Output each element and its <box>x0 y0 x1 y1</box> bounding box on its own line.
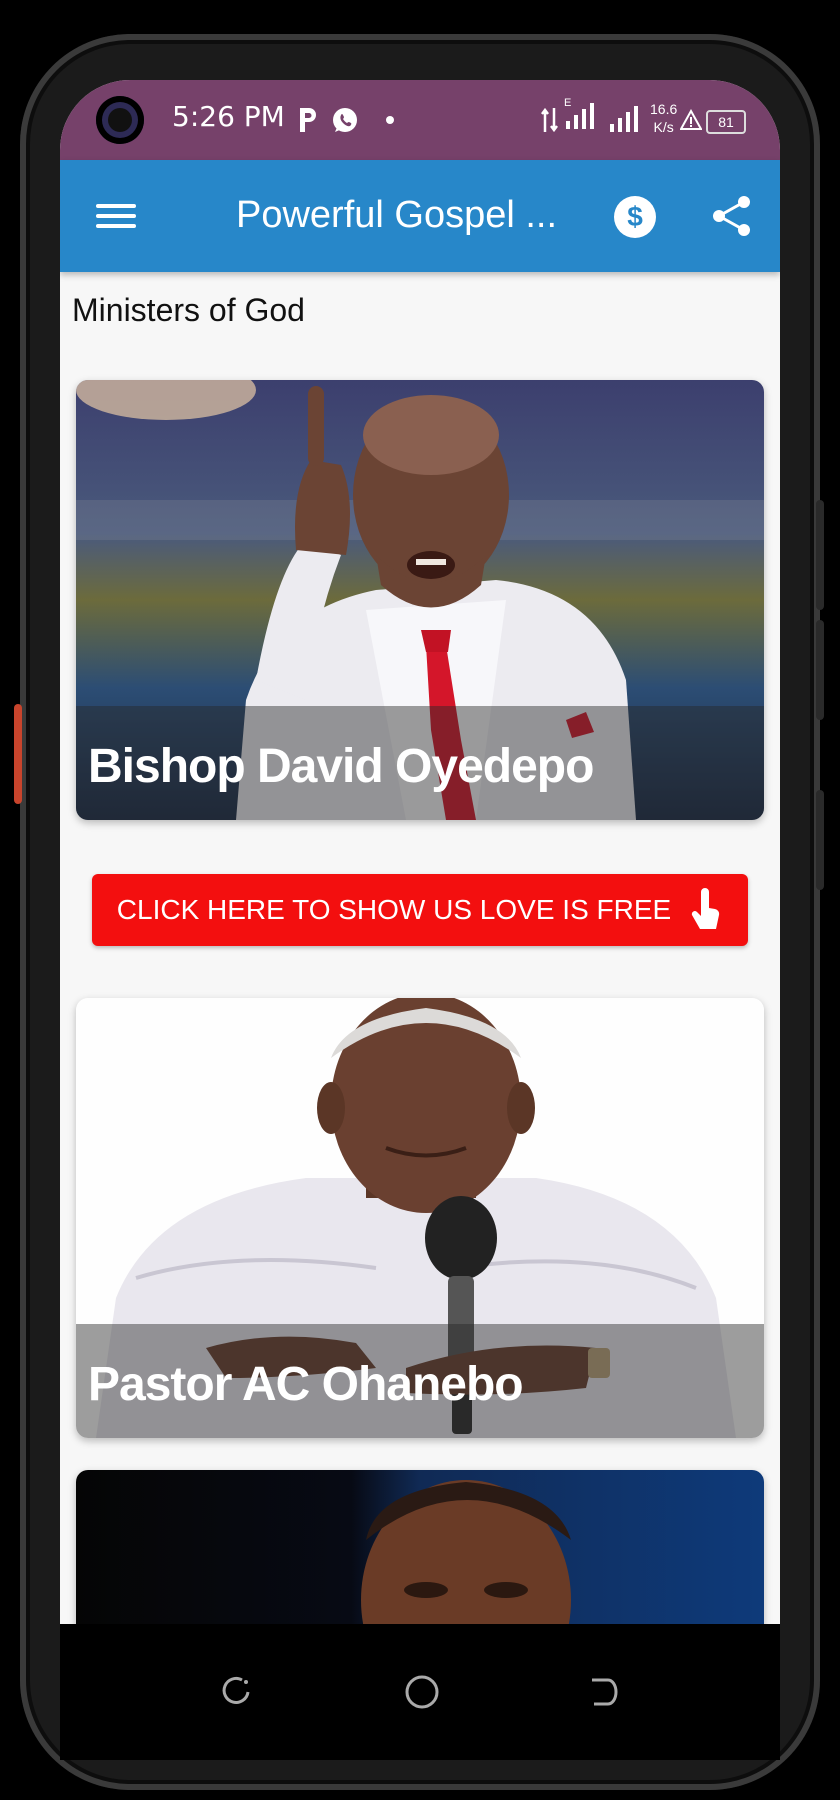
dollar-coin-icon[interactable]: $ <box>614 196 656 238</box>
volume-button <box>14 704 22 804</box>
show-love-button[interactable]: CLICK HERE TO SHOW US LOVE IS FREE <box>92 874 748 946</box>
side-button <box>816 620 824 720</box>
minister-card[interactable]: Bishop David Oyedepo <box>76 380 764 820</box>
share-icon[interactable] <box>710 194 754 243</box>
show-love-label: CLICK HERE TO SHOW US LOVE IS FREE <box>116 894 672 925</box>
status-time: 5:26 PM <box>172 100 285 133</box>
minister-card[interactable]: Pastor AC Ohanebo <box>76 998 764 1438</box>
notification-dot-icon <box>386 104 394 136</box>
battery-level: 81 <box>718 114 734 130</box>
app-title: Powerful Gospel ... <box>236 194 558 236</box>
phone-screen: 5:26 PM E 16.6 K/s 81 Powerful Gospel ..… <box>60 80 780 1760</box>
signal-2-icon <box>608 102 644 134</box>
tap-hand-icon <box>689 888 723 932</box>
navigation-bar <box>60 1624 780 1760</box>
section-title: Ministers of God <box>72 292 305 328</box>
network-speed: 16.6 K/s <box>650 100 677 136</box>
warning-icon <box>680 104 702 136</box>
battery-icon: 81 <box>706 110 746 134</box>
front-camera <box>96 96 144 144</box>
hamburger-menu-icon[interactable] <box>96 198 136 234</box>
signal-1-icon: E <box>564 97 600 132</box>
home-circle-icon[interactable] <box>404 1674 440 1715</box>
back-icon[interactable] <box>586 1676 618 1713</box>
side-button-lower <box>816 790 824 890</box>
status-bar: 5:26 PM E 16.6 K/s 81 <box>60 80 780 160</box>
parking-icon <box>296 104 320 136</box>
recents-icon[interactable] <box>220 1676 252 1713</box>
power-button <box>816 500 824 610</box>
network-speed-value: 16.6 <box>650 101 678 117</box>
whatsapp-icon <box>330 104 360 136</box>
data-transfer-icon <box>540 104 560 136</box>
minister-name: Bishop David Oyedepo <box>88 740 594 793</box>
app-bar: Powerful Gospel ... $ <box>60 160 780 272</box>
minister-name: Pastor AC Ohanebo <box>88 1358 524 1411</box>
network-speed-unit: K/s <box>653 119 674 135</box>
